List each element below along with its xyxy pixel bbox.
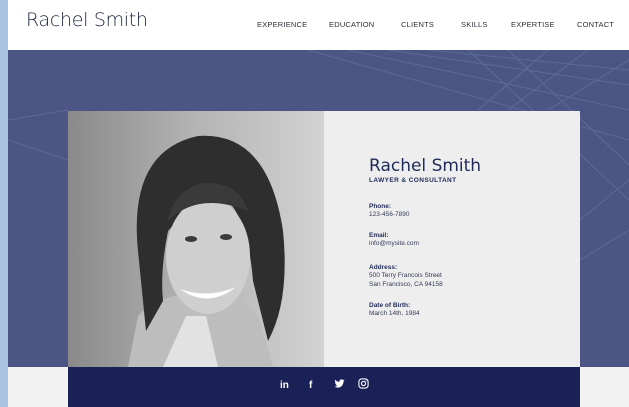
profile-info: Rachel Smith LAWYER & CONSULTANT Phone: … bbox=[369, 156, 569, 318]
address-line-2: San Francisco, CA 94158 bbox=[369, 281, 443, 288]
nav-experience[interactable]: EXPERIENCE bbox=[257, 20, 307, 29]
nav-clients[interactable]: CLIENTS bbox=[401, 20, 434, 29]
profile-title: LAWYER & CONSULTANT bbox=[369, 177, 457, 184]
nav-expertise[interactable]: EXPERTISE bbox=[511, 20, 555, 29]
profile-photo bbox=[68, 111, 324, 367]
phone-label: Phone: bbox=[369, 203, 392, 210]
profile-name: Rachel Smith bbox=[369, 156, 482, 176]
email-label: Email: bbox=[369, 232, 389, 239]
profile-card: Rachel Smith LAWYER & CONSULTANT Phone: … bbox=[68, 111, 580, 367]
social-footer: in f bbox=[68, 367, 580, 407]
instagram-icon[interactable] bbox=[358, 378, 369, 392]
address-label: Address: bbox=[369, 264, 398, 271]
nav-education[interactable]: EDUCATION bbox=[329, 20, 374, 29]
site-header: Rachel Smith EXPERIENCE EDUCATION CLIENT… bbox=[8, 0, 629, 50]
portrait-image bbox=[68, 111, 324, 367]
address-line-1: 500 Terry Francois Street bbox=[369, 272, 442, 279]
site-title[interactable]: Rachel Smith bbox=[26, 9, 148, 31]
dob-label: Date of Birth: bbox=[369, 302, 411, 309]
dob-value: March 14th, 1984 bbox=[369, 310, 420, 317]
twitter-icon[interactable] bbox=[334, 378, 345, 392]
phone-value: 123-456-7890 bbox=[369, 211, 410, 218]
facebook-icon[interactable]: f bbox=[309, 380, 312, 391]
linkedin-icon[interactable]: in bbox=[280, 380, 289, 391]
email-value[interactable]: info@mysite.com bbox=[369, 239, 569, 248]
nav-contact[interactable]: CONTACT bbox=[577, 20, 614, 29]
nav-skills[interactable]: SKILLS bbox=[461, 20, 488, 29]
page: Rachel Smith EXPERIENCE EDUCATION CLIENT… bbox=[8, 0, 629, 407]
